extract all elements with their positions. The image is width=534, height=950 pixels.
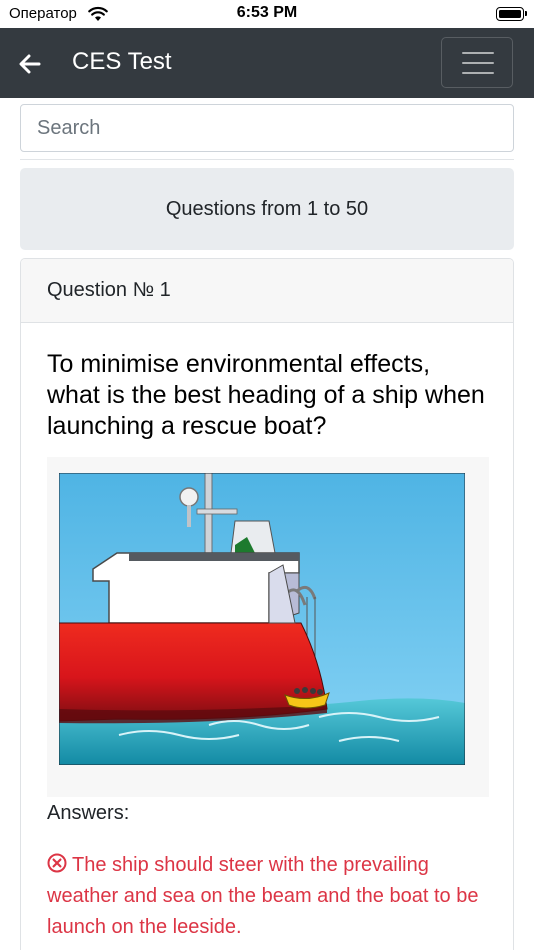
answer-item[interactable]: The ship should steer with the prevailin… [47, 850, 487, 943]
x-circle-icon [47, 853, 67, 873]
arrow-left-icon [19, 54, 41, 74]
answer-text: The ship should steer with the prevailin… [47, 854, 479, 938]
ship-launching-rescue-boat-illustration [59, 473, 465, 765]
status-time: 6:53 PM [236, 4, 298, 21]
divider [20, 159, 514, 160]
answers-label: Answers: [47, 802, 130, 824]
navbar: CES Test [0, 28, 534, 98]
status-bar: Оператор 6:53 PM [0, 0, 534, 28]
question-number: Question № 1 [47, 279, 171, 301]
questions-range-banner: Questions from 1 to 50 [20, 168, 514, 250]
battery-icon [496, 7, 527, 21]
menu-toggle-button[interactable] [441, 37, 513, 88]
questions-range-label: Questions from 1 to 50 [165, 197, 369, 220]
question-text: To minimise environmental effects, what … [47, 350, 485, 440]
page-title: CES Test [72, 48, 172, 75]
question-header: Question № 1 [21, 259, 513, 323]
question-card: Question № 1 To minimise environmental e… [20, 258, 514, 950]
search-input[interactable] [20, 104, 514, 152]
back-button[interactable] [14, 48, 46, 80]
question-image [47, 457, 489, 797]
